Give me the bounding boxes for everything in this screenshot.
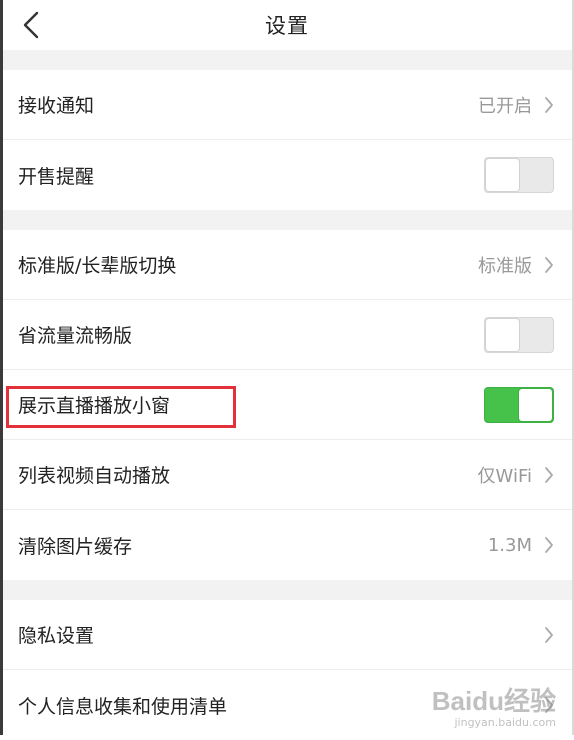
chevron-right-icon (545, 256, 553, 273)
row-sale-reminder: 开售提醒 (0, 140, 574, 210)
toggle-knob (486, 159, 519, 191)
row-label: 省流量流畅版 (18, 325, 133, 347)
row-value: 仅WiFi (477, 465, 532, 487)
navigation-bar: 设置 (0, 0, 574, 50)
row-label: 列表视频自动播放 (18, 465, 171, 487)
data-saver-toggle[interactable] (484, 316, 554, 353)
page-title: 设置 (265, 14, 309, 38)
row-personal-info[interactable]: 个人信息收集和使用清单 (0, 670, 574, 740)
row-label: 标准版/长辈版切换 (18, 255, 177, 277)
row-label: 接收通知 (18, 95, 95, 117)
row-label: 个人信息收集和使用清单 (18, 695, 228, 718)
row-value: 标准版 (478, 255, 532, 277)
left-edge (0, 0, 3, 735)
toggle-knob (519, 388, 552, 421)
row-data-saver: 省流量流畅版 (0, 300, 574, 370)
chevron-right-icon (545, 626, 553, 643)
chevron-right-icon (545, 537, 553, 553)
settings-group-privacy: 隐私设置 个人信息收集和使用清单 (0, 600, 574, 740)
settings-group-notifications: 接收通知 已开启 开售提醒 (0, 70, 574, 210)
row-version-switch[interactable]: 标准版/长辈版切换 标准版 (0, 230, 574, 300)
row-value: 1.3M (487, 534, 532, 556)
row-clear-cache[interactable]: 清除图片缓存 1.3M (0, 510, 574, 580)
row-autoplay[interactable]: 列表视频自动播放 仅WiFi (0, 440, 574, 510)
row-label: 展示直播播放小窗 (18, 395, 171, 417)
row-live-mini-window: 展示直播播放小窗 (0, 370, 574, 440)
section-gap (0, 580, 574, 600)
chevron-right-icon (545, 466, 553, 483)
row-label: 开售提醒 (18, 165, 95, 188)
row-value: 已开启 (478, 95, 532, 117)
settings-group-display: 标准版/长辈版切换 标准版 省流量流畅版 展示直播播放小窗 列表视频自动播放 仅… (0, 230, 574, 580)
back-button[interactable] (14, 8, 48, 42)
toggle-knob (486, 318, 519, 351)
row-label: 隐私设置 (18, 625, 95, 647)
row-receive-notifications[interactable]: 接收通知 已开启 (0, 70, 574, 140)
row-privacy[interactable]: 隐私设置 (0, 600, 574, 670)
row-label: 清除图片缓存 (18, 535, 133, 558)
sale-reminder-toggle[interactable] (484, 157, 554, 193)
live-mini-window-toggle[interactable] (484, 386, 554, 423)
chevron-right-icon (545, 96, 553, 113)
chevron-right-icon (545, 697, 553, 713)
section-gap (0, 50, 574, 70)
chevron-left-icon (23, 11, 39, 39)
section-gap (0, 210, 574, 230)
